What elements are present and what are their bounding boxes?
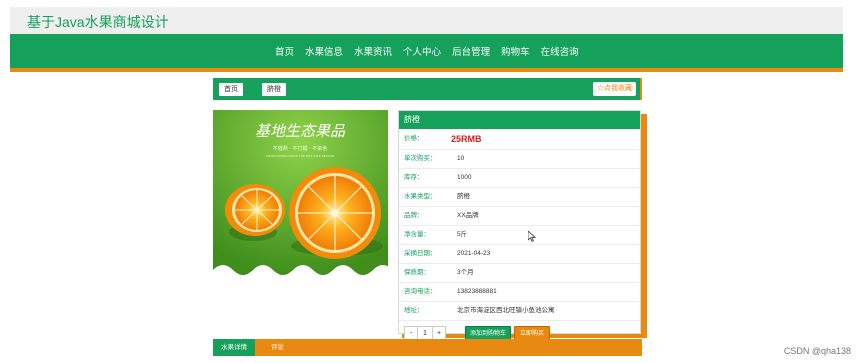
info-value: 2021-04-23 xyxy=(457,250,491,257)
breadcrumb: 首页 脐橙 ☆点我收藏 xyxy=(213,78,642,100)
info-label: 采摘日期： xyxy=(404,250,437,257)
info-row-fruit-type: 水果类型： 脐橙 xyxy=(399,188,640,207)
info-label: 单次购买： xyxy=(404,155,437,162)
watermark: CSDN @qha138 xyxy=(783,346,851,356)
image-subline: 不催熟 · 不打蜡 · 不染色 xyxy=(273,145,328,152)
favorite-button[interactable]: ☆点我收藏 xyxy=(593,82,636,96)
nav-item-admin[interactable]: 后台管理 xyxy=(452,44,490,58)
info-box: 脐橙 价格： 25RMB 单次购买： 10 库存： 1000 水果类型： 脐橙 … xyxy=(398,110,641,342)
price-value: 25RMB xyxy=(451,134,482,144)
nav-underline xyxy=(10,68,843,72)
breadcrumb-current[interactable]: 脐橙 xyxy=(262,83,286,96)
purchase-actions: - 1 + 添加到购物车 立即购买 xyxy=(399,321,640,342)
nav-items: 首页 水果信息 水果资讯 个人中心 后台管理 购物车 在线咨询 xyxy=(275,34,590,68)
nav-item-home[interactable]: 首页 xyxy=(275,44,294,58)
price-row: 价格： 25RMB xyxy=(399,129,640,150)
info-value: XX品牌 xyxy=(457,212,479,219)
info-value: 脐橙 xyxy=(457,193,470,200)
info-value: 5斤 xyxy=(457,231,468,238)
main-nav: 首页 水果信息 水果资讯 个人中心 后台管理 购物车 在线咨询 xyxy=(10,34,843,68)
image-subline-small: CHANGSHENGGUOYE TOP HOT SALE SEASON xyxy=(266,154,334,158)
info-row-min-purchase: 单次购买： 10 xyxy=(399,150,640,169)
info-label: 库存： xyxy=(404,174,424,181)
info-label: 水果类型： xyxy=(404,193,437,200)
nav-item-fruit-info[interactable]: 水果信息 xyxy=(305,44,343,58)
mouse-cursor-icon xyxy=(528,231,536,242)
nav-item-cart[interactable]: 购物车 xyxy=(501,44,530,58)
site-title[interactable]: 基于Java水果商城设计 xyxy=(27,12,169,32)
breadcrumb-home[interactable]: 首页 xyxy=(219,83,243,96)
price-label: 价格： xyxy=(404,135,424,142)
info-row-stock: 库存： 1000 xyxy=(399,169,640,188)
site-header: 基于Java水果商城设计 xyxy=(10,7,843,34)
info-label: 品牌： xyxy=(404,212,424,219)
info-value: 13823888881 xyxy=(457,288,497,295)
nav-item-fruit-news[interactable]: 水果资讯 xyxy=(354,44,392,58)
info-row-pick-date: 采摘日期： 2021-04-23 xyxy=(399,245,640,264)
info-value: 3个月 xyxy=(457,269,474,276)
info-row-net-weight: 净含量： 5斤 xyxy=(399,226,640,245)
info-label: 地址： xyxy=(404,307,424,314)
detail-tabs: 水果详情 评论 xyxy=(213,339,642,356)
nav-item-online-consult[interactable]: 在线咨询 xyxy=(541,44,579,58)
product-info-panel: 脐橙 价格： 25RMB 单次购买： 10 库存： 1000 水果类型： 脐橙 … xyxy=(398,110,647,342)
product-name: 脐橙 xyxy=(399,111,640,129)
info-value: 1000 xyxy=(457,174,472,181)
tab-comments[interactable]: 评论 xyxy=(271,339,284,356)
image-headline: 基地生态果品 xyxy=(255,122,346,140)
info-label: 咨询电话： xyxy=(404,288,437,295)
orange-illustration: 基地生态果品 不催熟 · 不打蜡 · 不染色 CHANGSHENGGUOYE T… xyxy=(213,110,388,277)
info-label: 保质期： xyxy=(404,269,430,276)
tab-fruit-details[interactable]: 水果详情 xyxy=(213,339,255,356)
info-row-phone: 咨询电话： 13823888881 xyxy=(399,283,640,302)
product-image: 基地生态果品 不催熟 · 不打蜡 · 不染色 CHANGSHENGGUOYE T… xyxy=(213,110,388,277)
info-value: 10 xyxy=(457,155,465,162)
info-row-brand: 品牌： XX品牌 xyxy=(399,207,640,226)
info-row-address: 地址： 北京市海淀区西北旺镇小鱼池公寓 xyxy=(399,302,640,321)
info-value: 北京市海淀区西北旺镇小鱼池公寓 xyxy=(457,307,555,314)
info-row-shelf-life: 保质期： 3个月 xyxy=(399,264,640,283)
info-label: 净含量： xyxy=(404,231,430,238)
nav-item-personal-center[interactable]: 个人中心 xyxy=(403,44,441,58)
